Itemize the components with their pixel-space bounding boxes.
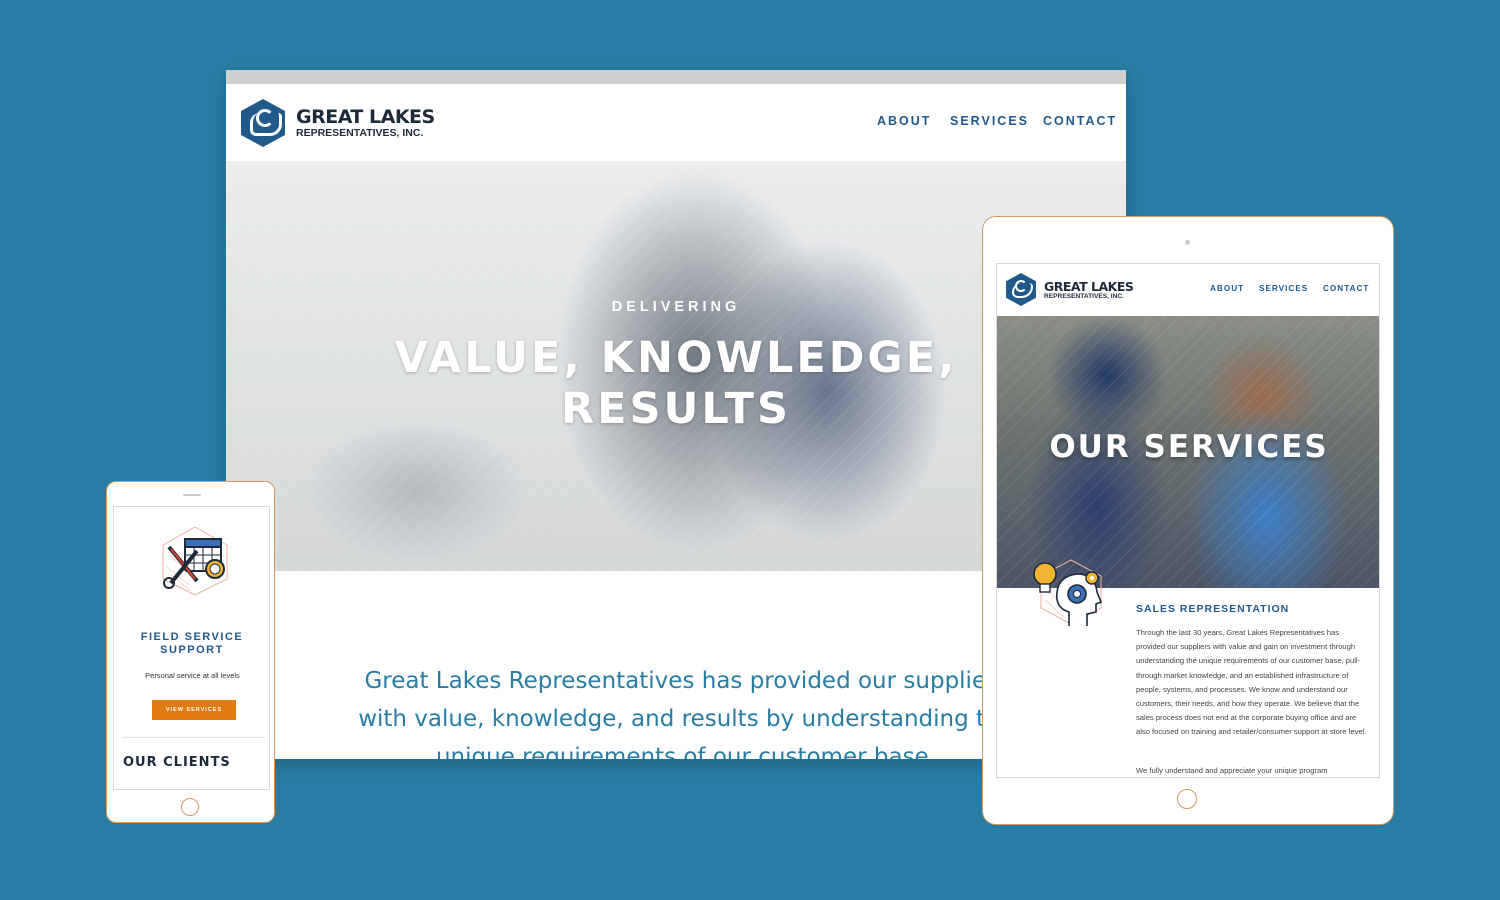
phone-speaker [183,494,201,496]
tablet-screen: GREAT LAKES REPRESENTATIVES, INC. ABOUT … [996,263,1380,778]
intro-paragraph: Great Lakes Representatives has provided… [358,668,1014,759]
tablet-mockup: GREAT LAKES REPRESENTATIVES, INC. ABOUT … [982,216,1394,825]
our-clients-heading: OUR CLIENTS [123,755,231,770]
tablet-logo[interactable]: GREAT LAKES REPRESENTATIVES, INC. [1006,273,1134,306]
nav-contact[interactable]: CONTACT [1043,114,1117,128]
tablet-nav-about[interactable]: ABOUT [1210,284,1244,293]
section-divider [122,737,265,738]
phone-mockup: FIELD SERVICE SUPPORT Personal service a… [106,481,275,823]
tools-calendar-icon [162,526,228,596]
great-lakes-logo-icon [241,99,285,147]
tablet-logo-subtitle: REPRESENTATIVES, INC. [1044,293,1124,300]
view-services-button[interactable]: VIEW SERVICES [152,700,236,720]
nav-services[interactable]: SERVICES [950,114,1029,128]
field-service-support-title: FIELD SERVICE SUPPORT [140,631,244,656]
sales-representation-heading: SALES REPRESENTATION [1136,603,1290,615]
site-header: GREAT LAKES REPRESENTATIVES, INC. ABOUT … [226,84,1126,161]
logo-subtitle: REPRESENTATIVES, INC. [296,127,424,139]
phone-screen: FIELD SERVICE SUPPORT Personal service a… [113,506,270,790]
tablet-home-button[interactable] [1177,789,1197,809]
tablet-nav-services[interactable]: SERVICES [1259,284,1308,293]
our-services-heading: OUR SERVICES [1049,429,1329,465]
tablet-hero-banner: OUR SERVICES [997,316,1379,588]
sales-representation-paragraph: Through the last 30 years, Great Lakes R… [1136,628,1367,737]
browser-chrome-bar [226,70,1126,84]
tablet-logo-title: GREAT LAKES [1044,279,1134,294]
logo[interactable]: GREAT LAKES REPRESENTATIVES, INC. [241,99,435,147]
logo-title: GREAT LAKES [296,106,435,128]
phone-home-button[interactable] [181,798,199,816]
lightbulb-gear-head-icon [1033,559,1103,626]
tablet-camera [1185,240,1190,245]
great-lakes-logo-icon [1006,273,1036,306]
field-service-support-text: Personal service at all levels [145,671,240,680]
sales-representation-paragraph-2: We fully understand and appreciate your … [1136,766,1328,775]
nav-about[interactable]: ABOUT [877,114,931,128]
tablet-nav-contact[interactable]: CONTACT [1323,284,1369,293]
